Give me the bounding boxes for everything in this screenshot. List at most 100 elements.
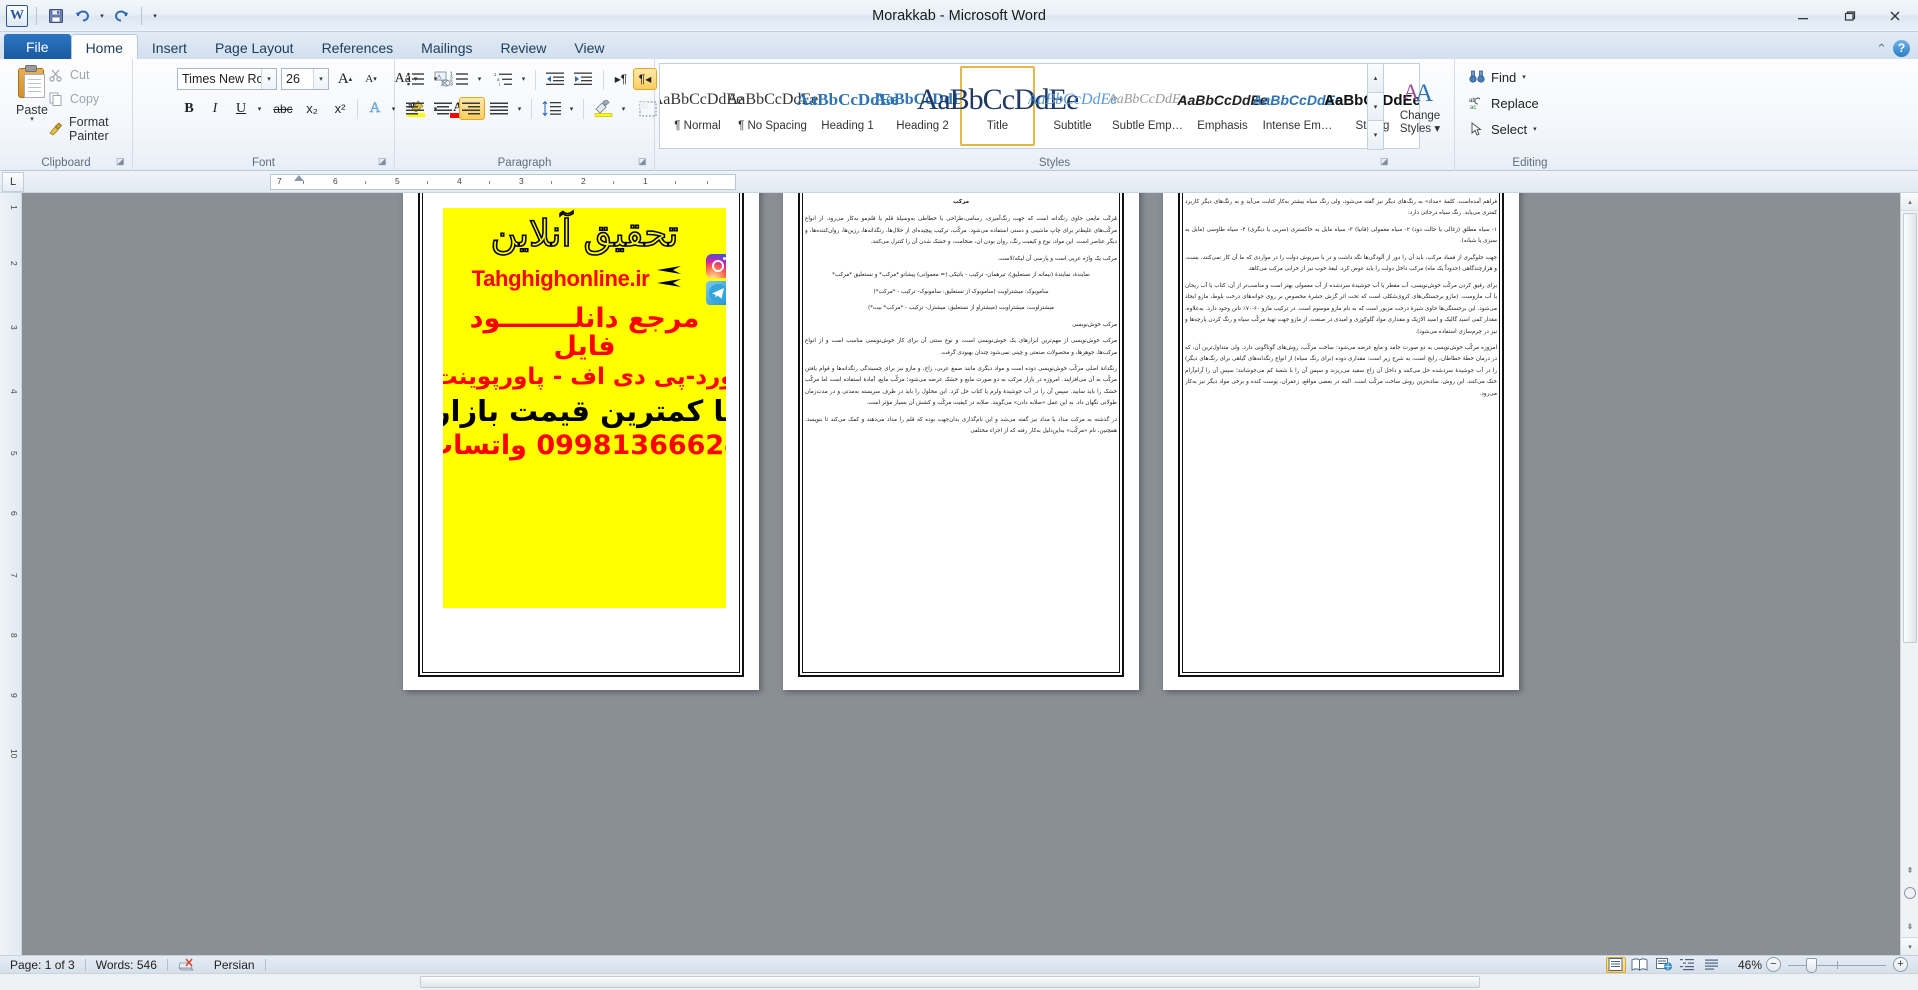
- zoom-slider-thumb[interactable]: [1806, 957, 1817, 973]
- font-size-combobox[interactable]: 26 ▾: [281, 68, 329, 90]
- page-3-text[interactable]: فراهم آمده‌است. کلمهٔ «مداد» به رنگ‌های …: [1185, 197, 1497, 670]
- print-layout-view-button[interactable]: [1605, 956, 1626, 973]
- scroll-up-button[interactable]: ▴: [1901, 193, 1918, 211]
- zoom-out-button[interactable]: −: [1766, 957, 1781, 972]
- ruler-indent-marker[interactable]: [294, 175, 304, 181]
- multilevel-list-button[interactable]: 1ai: [491, 68, 517, 90]
- text-effects-button[interactable]: A: [363, 97, 387, 120]
- page-indicator[interactable]: Page: 1 of 3: [0, 956, 85, 974]
- align-right-button[interactable]: [459, 97, 485, 120]
- style-title[interactable]: AaBbCcDdEe Title: [917, 66, 1078, 146]
- align-center-button[interactable]: [431, 97, 457, 120]
- close-button[interactable]: [1872, 0, 1918, 32]
- vertical-ruler[interactable]: 1 2 3 4 5 6 7 8 9 10: [0, 193, 22, 955]
- page-2[interactable]: مرکب مُرکَب مایعی حاوی رنگدانه است که جه…: [783, 193, 1139, 690]
- shading-button[interactable]: [591, 97, 617, 120]
- bullets-dropdown-icon[interactable]: ▾: [429, 68, 442, 90]
- select-dropdown-icon[interactable]: ▾: [1533, 125, 1537, 133]
- styles-gallery[interactable]: AaBbCcDdEe ¶ Normal AaBbCcDdEe ¶ No Spac…: [659, 63, 1420, 149]
- styles-dialog-launcher[interactable]: ◪: [1380, 156, 1392, 168]
- underline-dropdown-icon[interactable]: ▾: [253, 97, 266, 120]
- tab-home[interactable]: Home: [70, 34, 138, 60]
- tab-page-layout[interactable]: Page Layout: [201, 35, 308, 60]
- zoom-in-button[interactable]: +: [1893, 957, 1908, 972]
- tab-review[interactable]: Review: [487, 35, 561, 60]
- tab-stop-selector[interactable]: L: [2, 171, 24, 192]
- replace-button[interactable]: ab ac Replace: [1469, 95, 1539, 111]
- vertical-scroll-thumb[interactable]: [1903, 213, 1917, 643]
- horizontal-ruler[interactable]: 7 6 5 4 3 2 1: [270, 174, 736, 190]
- line-spacing-button[interactable]: [539, 97, 565, 120]
- redo-icon[interactable]: [111, 5, 133, 27]
- language-indicator[interactable]: Persian: [204, 956, 265, 974]
- poster-graphic[interactable]: تحقیق آنلاین Tahghighonline.ir مرجع دانل…: [443, 208, 726, 608]
- numbering-button[interactable]: 123: [447, 68, 473, 90]
- page-1[interactable]: تحقیق آنلاین Tahghighonline.ir مرجع دانل…: [403, 193, 759, 690]
- zoom-slider[interactable]: − +: [1766, 957, 1908, 973]
- window-controls[interactable]: [1780, 0, 1918, 32]
- vertical-scrollbar[interactable]: ▴ ⇞ ⇟ ▾: [1900, 193, 1918, 955]
- format-painter-button[interactable]: Format Painter: [48, 115, 132, 143]
- save-icon[interactable]: [45, 5, 67, 27]
- bullets-button[interactable]: [403, 68, 429, 90]
- styles-scroll-down-button[interactable]: ▾: [1367, 91, 1384, 122]
- tab-file[interactable]: File: [4, 34, 71, 60]
- shrink-font-button[interactable]: A ▾: [359, 68, 383, 90]
- tab-mailings[interactable]: Mailings: [407, 35, 486, 60]
- select-browse-object-button[interactable]: [1904, 887, 1916, 899]
- zoom-level-label[interactable]: 46%: [1738, 958, 1762, 972]
- outline-view-button[interactable]: [1678, 957, 1698, 973]
- font-name-dropdown-icon[interactable]: ▾: [261, 69, 276, 89]
- copy-button[interactable]: Copy: [48, 91, 99, 107]
- minimize-button[interactable]: [1780, 0, 1826, 32]
- minimize-ribbon-icon[interactable]: ⌃: [1876, 41, 1887, 57]
- grow-font-button[interactable]: A ▴: [333, 68, 357, 90]
- clipboard-dialog-launcher[interactable]: ◪: [116, 156, 128, 168]
- ribbon-tabs[interactable]: File Home Insert Page Layout References …: [0, 32, 1918, 60]
- horizontal-scrollbar[interactable]: [0, 973, 1918, 990]
- previous-page-button[interactable]: ⇞: [1901, 861, 1918, 879]
- undo-icon[interactable]: [71, 5, 93, 27]
- ltr-text-direction-button[interactable]: ▸¶: [609, 68, 633, 90]
- style-subtitle[interactable]: AaBbCcDdEe Subtitle: [1028, 66, 1118, 146]
- ribbon-tab-right-controls[interactable]: ⌃ ?: [1876, 40, 1918, 59]
- font-size-dropdown-icon[interactable]: ▾: [313, 69, 328, 89]
- align-left-button[interactable]: [403, 97, 429, 120]
- font-name-combobox[interactable]: Times New Romi ▾: [177, 68, 277, 90]
- bold-button[interactable]: B: [177, 97, 201, 120]
- style-subtle-emphasis[interactable]: AaBbCcDdEe Subtle Emp…: [1108, 66, 1187, 146]
- word-logo-icon[interactable]: W: [6, 4, 28, 27]
- web-layout-view-button[interactable]: [1654, 957, 1674, 973]
- styles-gallery-scroll[interactable]: ▴ ▾ ▾: [1367, 63, 1384, 151]
- numbering-dropdown-icon[interactable]: ▾: [473, 68, 486, 90]
- font-dialog-launcher[interactable]: ◪: [378, 156, 390, 168]
- status-right-controls[interactable]: 46% − +: [1605, 956, 1918, 973]
- undo-dropdown-icon[interactable]: ▾: [97, 12, 107, 20]
- proofing-status[interactable]: [168, 956, 204, 974]
- tab-view[interactable]: View: [560, 35, 618, 60]
- justify-button[interactable]: [487, 97, 513, 120]
- rtl-text-direction-button[interactable]: ¶◂: [633, 68, 657, 90]
- superscript-button[interactable]: x²: [327, 97, 353, 120]
- paste-dropdown-icon[interactable]: ▾: [30, 116, 34, 123]
- horizontal-scroll-thumb[interactable]: [420, 976, 1480, 988]
- subscript-button[interactable]: x₂: [299, 97, 325, 120]
- zoom-track[interactable]: [1788, 957, 1886, 973]
- italic-button[interactable]: I: [203, 97, 227, 120]
- shading-dropdown-icon[interactable]: ▾: [617, 97, 630, 120]
- style-normal[interactable]: AaBbCcDdEe ¶ Normal: [660, 66, 743, 146]
- restore-button[interactable]: [1826, 0, 1872, 32]
- underline-button[interactable]: U: [229, 97, 253, 120]
- decrease-indent-button[interactable]: [543, 68, 569, 90]
- justify-dropdown-icon[interactable]: ▾: [513, 97, 526, 120]
- change-styles-button[interactable]: AA Change Styles ▾: [1390, 63, 1450, 149]
- tab-insert[interactable]: Insert: [138, 35, 201, 60]
- page-2-text[interactable]: مرکب مُرکَب مایعی حاوی رنگدانه است که جه…: [805, 197, 1117, 670]
- customize-qat-icon[interactable]: ▾: [150, 12, 160, 20]
- draft-view-button[interactable]: [1702, 957, 1722, 973]
- find-dropdown-icon[interactable]: ▾: [1522, 73, 1526, 81]
- page-3[interactable]: فراهم آمده‌است. کلمهٔ «مداد» به رنگ‌های …: [1163, 193, 1519, 690]
- word-count[interactable]: Words: 546: [86, 956, 167, 974]
- cut-button[interactable]: Cut: [48, 67, 89, 83]
- increase-indent-button[interactable]: [571, 68, 597, 90]
